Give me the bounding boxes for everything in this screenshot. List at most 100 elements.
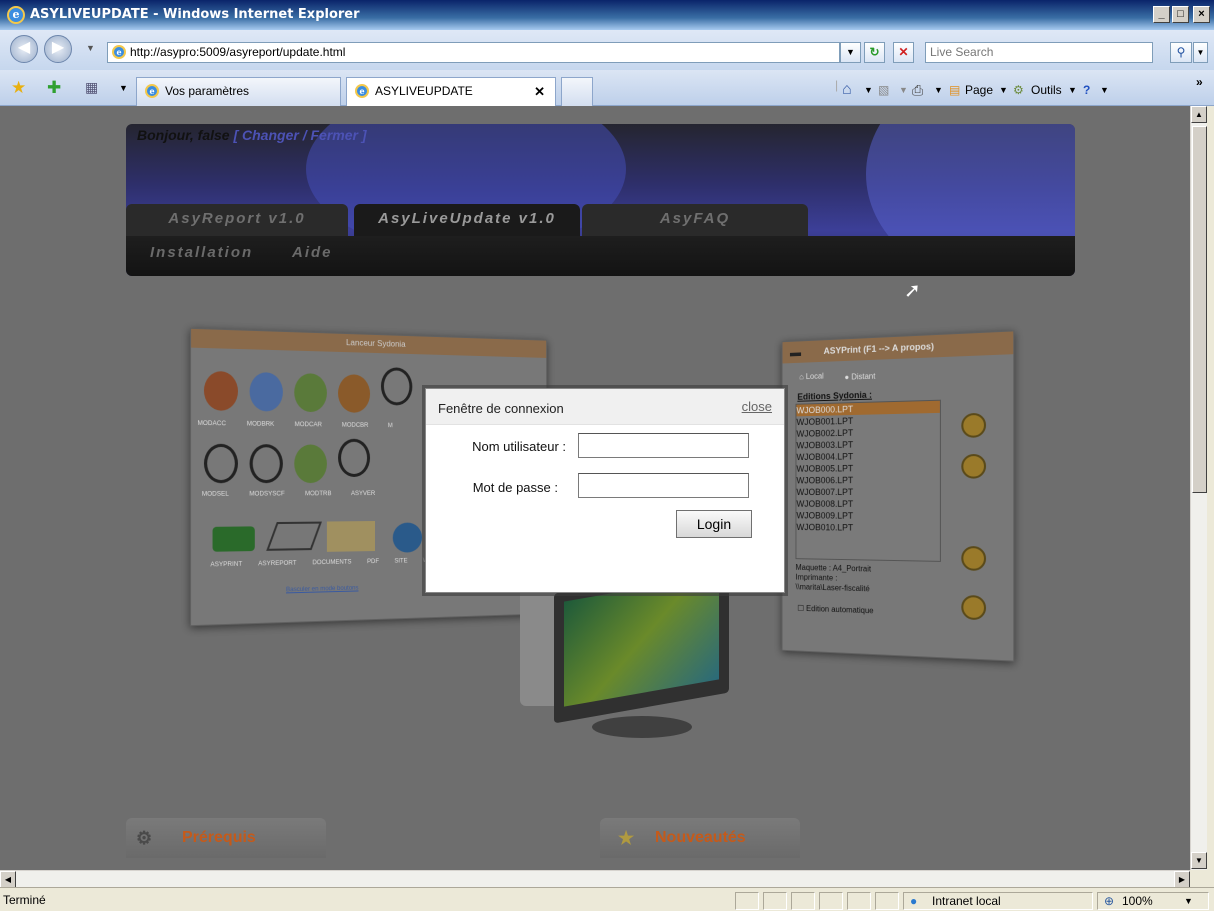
new-tab-button[interactable] [561,77,593,106]
maximize-button[interactable]: □ [1172,6,1189,23]
help-icon[interactable]: ? [1083,82,1090,98]
asyprint-screenshot: ASYPrint (F1 --> A propos) ▬ ⌂ Local ● D… [781,330,1015,662]
back-arrow-icon: ◀ [17,39,31,56]
refresh-button[interactable]: ↻ [864,42,885,63]
tab-asyliveupdate[interactable]: e ASYLIVEUPDATE ✕ [346,77,556,106]
status-cell [791,892,815,910]
favorites-star-icon[interactable]: ★ [11,78,26,98]
scroll-right-icon[interactable]: ▶ [1174,871,1190,888]
tab-vos-parametres[interactable]: e Vos paramètres [136,77,341,106]
status-cell [735,892,759,910]
greeting: Bonjour, false [ Changer / Fermer ] [137,127,367,143]
zoom-dropdown-icon[interactable]: ▼ [1184,893,1193,909]
forward-button[interactable]: ▶ [44,35,72,63]
user-icon [294,373,327,413]
tab-asyfaq[interactable]: AsyFAQ [582,204,808,236]
menu-installation[interactable]: Installation [150,244,253,261]
tab-asyliveupdate-page[interactable]: AsyLiveUpdate v1.0 [354,204,580,236]
label-modsyscf: MODSYSCF [249,491,285,498]
label-modcar: MODCAR [294,421,322,429]
scroll-down-icon[interactable]: ▼ [1191,852,1207,869]
horizontal-scrollbar[interactable]: ◀ ▶ [0,870,1190,888]
title-bar: e ASYLIVEUPDATE - Windows Internet Explo… [0,0,1214,30]
scroll-corner [1190,870,1214,887]
scroll-up-icon[interactable]: ▲ [1191,106,1207,123]
help-dropdown-icon[interactable]: ▼ [1100,82,1109,98]
tools-dropdown-icon[interactable]: ▼ [1068,82,1077,98]
forward-arrow-icon: ▶ [51,39,65,56]
home-dropdown-icon[interactable]: ▼ [864,82,873,98]
toolbar-separator: | [835,78,839,92]
feeds-icon[interactable]: ▧ [878,82,889,98]
greeting-links[interactable]: [ Changer / Fermer ] [233,127,366,143]
printer-icon [212,526,255,552]
tab-list-dropdown-icon[interactable]: ▼ [119,83,128,93]
section-nouveautes: ★ Nouveautés [600,818,800,858]
username-input[interactable] [578,433,749,458]
page-content: Bonjour, false [ Changer / Fermer ] AsyR… [0,106,1190,870]
password-label: Mot de passe : [472,480,558,495]
asyprint-info: Maquette : A4_Portrait Imprimante : \\ma… [796,563,872,594]
tabs-bar: ★ ✚ ▦ ▼ e Vos paramètres e ASYLIVEUPDATE… [0,70,1214,106]
home-icon[interactable]: ⌂ [842,82,852,98]
url-dropdown-button[interactable]: ▼ [840,42,861,63]
user-icon [294,444,327,484]
tab-label: Vos paramètres [165,84,250,98]
close-window-button[interactable]: × [1193,6,1210,23]
launcher-toggle-link: Basculer en mode boutons [286,585,359,594]
user-icon [203,370,238,411]
status-cell [819,892,843,910]
monitor-screen [564,574,719,707]
toolbar-overflow-icon[interactable]: » [1196,74,1203,90]
zoom-cell[interactable]: ⊕ 100% ▼ [1097,892,1209,910]
vertical-scroll-thumb[interactable] [1192,126,1207,493]
status-cell [875,892,899,910]
file-item: WJOB007.LPT [796,487,854,497]
login-button[interactable]: Login [676,510,752,538]
gears-icon: ⚙ [136,828,153,848]
tab-ie-icon: e [145,84,159,98]
file-item: WJOB010.LPT [796,522,854,533]
auto-edition-label: Edition automatique [806,604,874,616]
minimize-button[interactable]: _ [1153,6,1170,23]
search-input[interactable]: Live Search [925,42,1153,63]
file-item: WJOB008.LPT [796,498,854,509]
search-button[interactable]: ⚲ [1170,42,1192,63]
scroll-left-icon[interactable]: ◀ [0,871,16,888]
site-header: Bonjour, false [ Changer / Fermer ] AsyR… [126,124,1075,276]
label-modtrb: MODTRB [305,491,332,498]
page-menu[interactable]: Page [965,82,993,98]
distant-tab-label: Distant [851,371,876,382]
tab-ie-icon: e [355,84,369,98]
status-bar: Terminé ● Intranet local ⊕ 100% ▼ [0,887,1214,911]
zone-cell: ● Intranet local [903,892,1093,910]
print-dropdown-icon[interactable]: ▼ [934,82,943,98]
zoom-icon: ⊕ [1104,894,1115,908]
dialog-close-link[interactable]: close [742,399,772,414]
intranet-globe-icon: ● [910,894,918,908]
launcher-row2-labels: MODSEL MODSYSCF MODTRB ASYVER [202,491,375,498]
password-input[interactable] [578,473,749,498]
print-icon[interactable]: ⎙ [912,82,923,98]
url-input[interactable]: e http://asypro:5009/asyreport/update.ht… [107,42,840,63]
tools-menu[interactable]: Outils [1031,82,1062,98]
search-options-button[interactable]: ▼ [1193,42,1208,63]
zoom-value: 100% [1122,894,1153,908]
label-documents-pdf: DOCUMENTS PDF [312,558,380,567]
tab-asyreport[interactable]: AsyReport v1.0 [126,204,348,236]
file-item: WJOB006.LPT [796,475,854,486]
stop-button[interactable]: ✕ [893,42,914,63]
user-icon [249,371,283,412]
close-tab-icon[interactable]: ✕ [534,78,545,105]
back-button[interactable]: ◀ [10,35,38,63]
vertical-scrollbar[interactable]: ▲ ▼ [1190,106,1207,870]
username-label: Nom utilisateur : [472,439,566,454]
feeds-dropdown-icon[interactable]: ▼ [899,82,908,98]
section-title-text: Prérequis [182,829,256,846]
quick-tabs-icon[interactable]: ▦ [85,79,98,96]
history-dropdown-icon[interactable]: ▼ [86,43,95,53]
auto-edition-checkbox: ☐ Edition automatique [797,603,874,616]
menu-aide[interactable]: Aide [292,244,333,261]
add-favorites-icon[interactable]: ✚ [47,78,61,98]
page-dropdown-icon[interactable]: ▼ [999,82,1008,98]
